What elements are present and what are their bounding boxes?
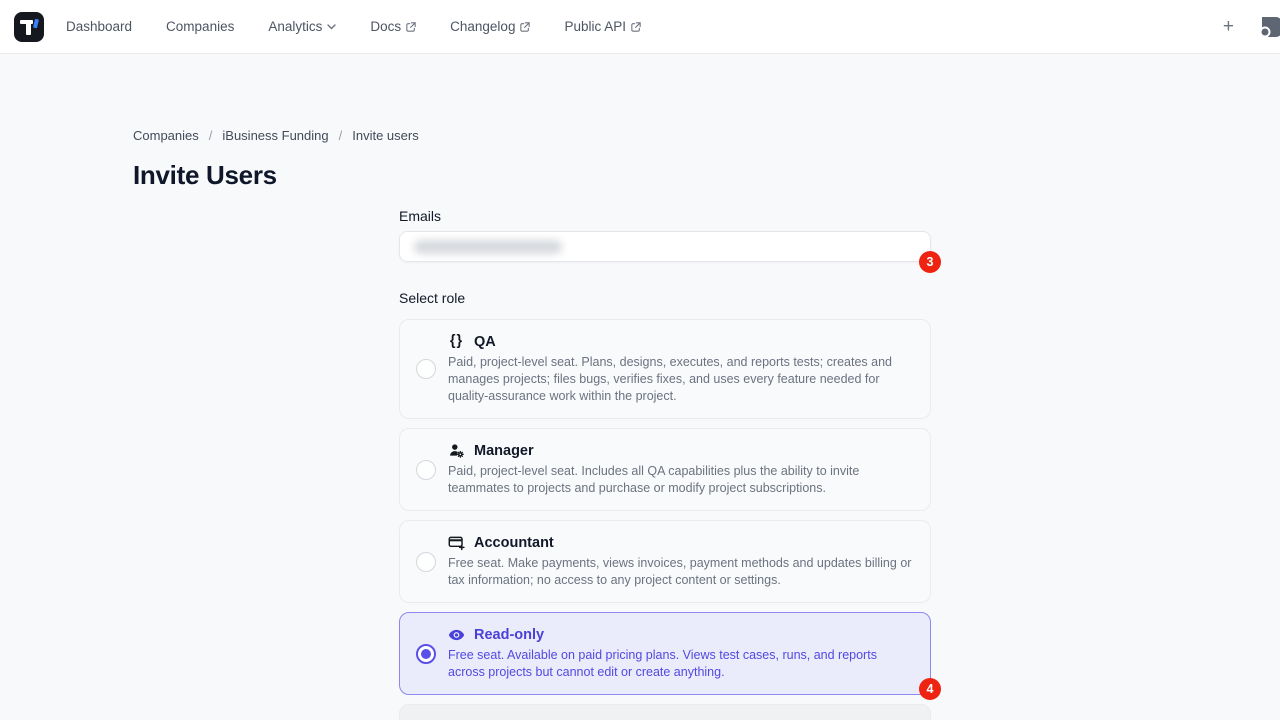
read-only-description: Free seat. Available on paid pricing pla… bbox=[448, 647, 914, 681]
qa-radio[interactable] bbox=[416, 359, 436, 379]
avatar-icon bbox=[1256, 15, 1280, 39]
manager-title: Manager bbox=[474, 443, 534, 459]
role-option-owner: Owner Paid seat. Super-user with full co… bbox=[399, 704, 931, 720]
select-role-label: Select role bbox=[399, 290, 931, 306]
role-option-accountant[interactable]: Accountant Free seat. Make payments, vie… bbox=[399, 520, 931, 603]
nav-public-api-label: Public API bbox=[564, 19, 626, 34]
breadcrumb-invite-users[interactable]: Invite users bbox=[352, 128, 418, 143]
qa-description: Paid, project-level seat. Plans, designs… bbox=[448, 354, 914, 405]
breadcrumb-separator: / bbox=[209, 128, 213, 143]
nav-docs[interactable]: Docs bbox=[370, 19, 416, 34]
user-avatar[interactable] bbox=[1256, 15, 1280, 39]
external-link-icon bbox=[520, 22, 530, 32]
redacted-email-text bbox=[414, 240, 562, 254]
manager-radio[interactable] bbox=[416, 460, 436, 480]
role-option-manager[interactable]: Manager Paid, project-level seat. Includ… bbox=[399, 428, 931, 511]
accountant-description: Free seat. Make payments, views invoices… bbox=[448, 555, 914, 589]
chevron-down-icon bbox=[327, 24, 336, 30]
emails-input[interactable]: 3 bbox=[399, 231, 931, 262]
nav-companies[interactable]: Companies bbox=[166, 19, 234, 34]
manager-description: Paid, project-level seat. Includes all Q… bbox=[448, 463, 914, 497]
read-only-body: Read-only Free seat. Available on paid p… bbox=[448, 626, 914, 681]
nav-changelog-label: Changelog bbox=[450, 19, 515, 34]
app-logo[interactable] bbox=[14, 12, 44, 42]
accountant-radio[interactable] bbox=[416, 552, 436, 572]
role-option-read-only[interactable]: Read-only Free seat. Available on paid p… bbox=[399, 612, 931, 695]
nav-companies-label: Companies bbox=[166, 19, 234, 34]
annotation-badge-4: 4 bbox=[919, 678, 941, 700]
qa-title: QA bbox=[474, 334, 496, 350]
external-link-icon bbox=[631, 22, 641, 32]
role-option-qa[interactable]: {} QA Paid, project-level seat. Plans, d… bbox=[399, 319, 931, 419]
invite-form: Emails 3 Select role {} QA Paid, project… bbox=[399, 208, 931, 720]
external-link-icon bbox=[406, 22, 416, 32]
logo-t-stem bbox=[26, 20, 31, 35]
manager-body: Manager Paid, project-level seat. Includ… bbox=[448, 442, 914, 497]
read-only-title: Read-only bbox=[474, 627, 544, 643]
accountant-body: Accountant Free seat. Make payments, vie… bbox=[448, 534, 914, 589]
breadcrumb-company-name[interactable]: iBusiness Funding bbox=[222, 128, 328, 143]
logo-accent bbox=[33, 18, 39, 28]
breadcrumb: Companies / iBusiness Funding / Invite u… bbox=[133, 128, 419, 143]
nav-analytics[interactable]: Analytics bbox=[268, 19, 336, 34]
credit-card-plus-icon bbox=[448, 534, 465, 551]
breadcrumb-separator: / bbox=[339, 128, 343, 143]
code-braces-icon: {} bbox=[448, 333, 465, 350]
eye-icon bbox=[448, 626, 465, 643]
nav-changelog[interactable]: Changelog bbox=[450, 19, 530, 34]
main-content: Companies / iBusiness Funding / Invite u… bbox=[0, 54, 1280, 720]
nav-public-api[interactable]: Public API bbox=[564, 19, 641, 34]
read-only-radio[interactable] bbox=[416, 644, 436, 664]
user-gear-icon bbox=[448, 442, 465, 459]
emails-label: Emails bbox=[399, 208, 931, 224]
nav-analytics-label: Analytics bbox=[268, 19, 322, 34]
role-list: {} QA Paid, project-level seat. Plans, d… bbox=[399, 319, 931, 720]
add-button[interactable]: + bbox=[1219, 17, 1238, 36]
nav-dashboard-label: Dashboard bbox=[66, 19, 132, 34]
nav-dashboard[interactable]: Dashboard bbox=[66, 19, 132, 34]
nav-docs-label: Docs bbox=[370, 19, 401, 34]
annotation-badge-3: 3 bbox=[919, 251, 941, 273]
breadcrumb-companies[interactable]: Companies bbox=[133, 128, 199, 143]
main-nav: Dashboard Companies Analytics Docs Chang… bbox=[66, 19, 641, 34]
qa-body: {} QA Paid, project-level seat. Plans, d… bbox=[448, 333, 914, 405]
page-title: Invite Users bbox=[133, 160, 277, 191]
top-navigation: Dashboard Companies Analytics Docs Chang… bbox=[0, 0, 1280, 54]
accountant-title: Accountant bbox=[474, 535, 554, 551]
